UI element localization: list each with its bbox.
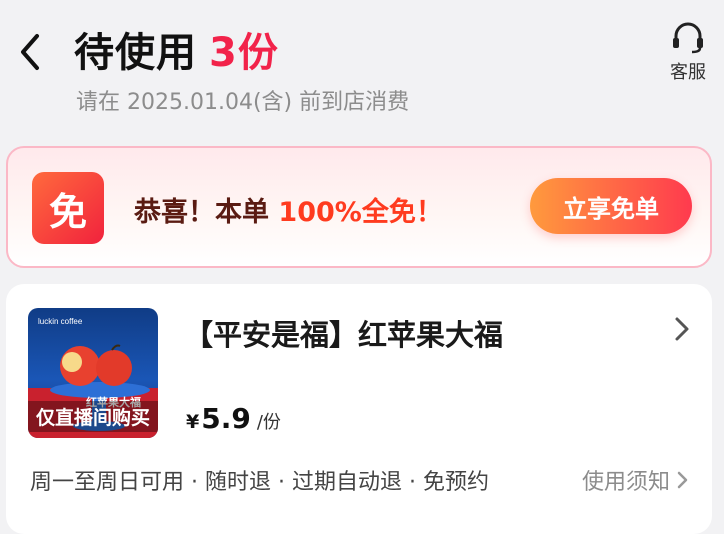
price-value: 5.9 <box>201 402 251 435</box>
usage-notice-label: 使用须知 <box>581 470 670 495</box>
product-thumbnail[interactable]: luckin coffee 红苹果大福 仅直播间购买 <box>28 308 158 438</box>
usage-notice-link[interactable]: 使用须知 <box>582 464 688 496</box>
customer-service-button[interactable]: 客服 <box>666 20 710 84</box>
thumbnail-brand: luckin coffee <box>38 317 83 326</box>
title-count: 3份 <box>209 30 279 76</box>
product-price: ¥ 5.9 /份 <box>186 402 281 435</box>
page-header: 待使用 3份 请在 2025.01.04(含) 前到店消费 客服 <box>0 0 724 130</box>
usage-deadline: 请在 2025.01.04(含) 前到店消费 <box>76 90 410 115</box>
price-symbol: ¥ <box>186 411 200 433</box>
chevron-right-icon[interactable] <box>672 316 692 342</box>
product-features: 周一至周日可用 · 随时退 · 过期自动退 · 免预约 <box>30 470 489 495</box>
promo-text-prefix: 恭喜！本单 <box>134 197 279 228</box>
headset-icon <box>673 22 703 54</box>
chevron-right-icon <box>677 471 688 489</box>
back-button[interactable] <box>10 28 50 76</box>
free-badge-icon: 免 <box>32 172 104 244</box>
product-title[interactable]: 【平安是福】红苹果大福 <box>184 312 503 354</box>
customer-service-label: 客服 <box>670 62 706 83</box>
claim-free-button[interactable]: 立享免单 <box>530 178 692 234</box>
title-text: 待使用 <box>74 30 197 76</box>
chevron-left-icon <box>21 34 39 70</box>
page-title: 待使用 3份 <box>74 20 279 78</box>
product-card: luckin coffee 红苹果大福 仅直播间购买 【平安是福】红苹果大福 ¥… <box>6 284 712 534</box>
free-order-banner: 免 恭喜！本单 100%全免！ 立享免单 <box>6 146 712 268</box>
price-unit: /份 <box>256 412 281 433</box>
promo-message: 恭喜！本单 100%全免！ <box>134 190 443 229</box>
promo-text-highlight: 100%全免！ <box>278 197 443 228</box>
thumbnail-overlay-label: 仅直播间购买 <box>28 401 158 432</box>
